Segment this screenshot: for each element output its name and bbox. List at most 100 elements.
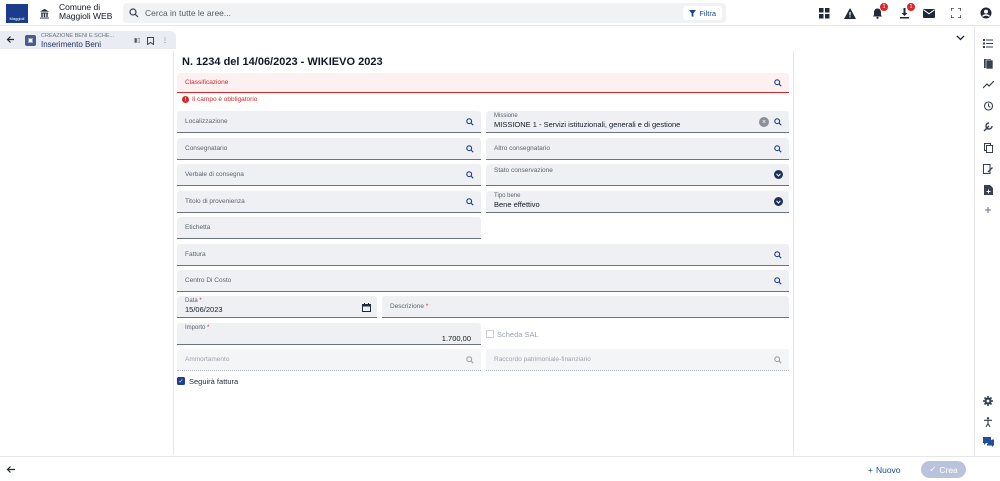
back-arrow-icon[interactable] — [6, 465, 16, 474]
data-field[interactable]: Data * 15/06/2023 — [177, 296, 377, 318]
stato-conservazione-label: Stato conservazione — [494, 167, 553, 174]
search-icon[interactable] — [773, 117, 783, 127]
download-badge: 1 — [907, 3, 915, 11]
warning-icon — [844, 7, 856, 19]
chevron-down-icon[interactable] — [956, 35, 965, 41]
check-icon: ✓ — [929, 464, 937, 474]
crea-label: Crea — [939, 464, 958, 475]
tipo-bene-label: Tipo bene — [494, 193, 521, 199]
crea-button[interactable]: ✓ Crea — [921, 461, 966, 478]
active-tab[interactable]: ▣ CREAZIONE BENI E SCHE... Inserimento B… — [0, 31, 176, 49]
accessibility-icon[interactable] — [982, 416, 994, 428]
required-marker: * — [207, 325, 210, 331]
trend-icon[interactable] — [982, 79, 994, 91]
list-view-icon[interactable] — [982, 37, 994, 49]
scheda-sal-label: Scheda SAL — [497, 330, 539, 339]
fullscreen-button[interactable] — [949, 6, 963, 20]
tipo-bene-select[interactable]: Tipo bene Bene effettivo — [486, 191, 789, 213]
wrench-icon[interactable] — [982, 121, 994, 133]
tab-menu-icon[interactable]: ⋮ — [162, 37, 168, 44]
search-icon[interactable] — [773, 276, 783, 286]
search-icon[interactable] — [465, 117, 475, 127]
home-button[interactable] — [36, 5, 52, 21]
app-title: Comune di Maggioli WEB — [59, 3, 112, 21]
history-icon[interactable] — [982, 100, 994, 112]
tab-title: Inserimento Beni — [41, 39, 102, 49]
top-bar: Maggioli Comune di Maggioli WEB Cerca in… — [0, 0, 1000, 26]
chevron-down-icon[interactable] — [774, 197, 783, 206]
classificazione-label: Classificazione — [185, 79, 229, 86]
calendar-icon[interactable] — [361, 302, 371, 312]
apps-grid-button[interactable] — [817, 6, 831, 20]
global-search[interactable]: Cerca in tutte le aree... Filtra — [123, 3, 726, 23]
search-icon[interactable] — [773, 355, 783, 365]
chevron-down-icon[interactable] — [774, 170, 783, 179]
raccordo-label: Raccordo patrimoniale-finanziario — [494, 356, 591, 363]
altro-consegnatario-field[interactable]: Altro consegnatario — [486, 138, 789, 160]
importo-value: 1.700,00 — [441, 334, 471, 343]
settings-icon[interactable] — [982, 395, 994, 407]
classificazione-field[interactable]: Classificazione — [177, 73, 789, 93]
classificazione-error: ! Il campo è obbligatorio — [182, 96, 257, 103]
chat-icon[interactable] — [982, 436, 994, 448]
clear-icon[interactable]: × — [759, 117, 769, 127]
alert-button[interactable] — [843, 6, 857, 20]
seguira-fattura-checkbox[interactable]: ✓ — [177, 377, 185, 385]
notifications-button[interactable]: 1 — [870, 3, 888, 20]
search-icon[interactable] — [465, 144, 475, 154]
scheda-sal-checkbox[interactable] — [486, 330, 494, 338]
filter-icon — [689, 9, 697, 17]
error-text: Il campo è obbligatorio — [192, 96, 258, 103]
missione-value: MISSIONE 1 - Servizi istituzionali, gene… — [494, 120, 681, 129]
centro-costo-label: Centro Di Costo — [185, 277, 232, 284]
titolo-provenienza-label: Titolo di provenienza — [185, 198, 245, 205]
importo-field[interactable]: Importo * 1.700,00 — [177, 323, 481, 345]
altro-consegnatario-label: Altro consegnatario — [494, 145, 551, 152]
nuovo-button[interactable]: + Nuovo — [868, 463, 901, 477]
tab-record-icon[interactable]: ▮▯ — [134, 37, 141, 44]
book-icon[interactable] — [982, 58, 994, 70]
messages-button[interactable] — [922, 6, 936, 20]
centro-costo-field[interactable]: Centro Di Costo — [177, 270, 789, 292]
copy-icon[interactable] — [982, 142, 994, 154]
plus-icon: + — [868, 465, 873, 475]
required-marker: * — [199, 298, 202, 304]
add-icon[interactable] — [982, 204, 994, 216]
fattura-label: Fattura — [185, 251, 206, 258]
logo-text: Maggioli — [9, 16, 25, 21]
comune-logo[interactable]: Maggioli — [6, 4, 28, 23]
data-label: Data * — [185, 298, 202, 304]
search-icon[interactable] — [773, 78, 783, 88]
edit-document-icon[interactable] — [982, 163, 994, 175]
bookmark-icon[interactable] — [147, 37, 154, 47]
ammortamento-field[interactable]: Ammortamento — [177, 349, 481, 371]
consegnatario-field[interactable]: Consegnatario — [177, 138, 481, 160]
stato-conservazione-select[interactable]: Stato conservazione — [486, 164, 789, 186]
localizzazione-field[interactable]: Localizzazione — [177, 111, 481, 133]
descrizione-label: Descrizione * — [390, 303, 428, 310]
raccordo-field[interactable]: Raccordo patrimoniale-finanziario — [486, 349, 789, 371]
etichetta-field[interactable]: Etichetta — [177, 217, 481, 239]
back-arrow-icon[interactable] — [6, 35, 15, 44]
missione-field[interactable]: Missione MISSIONE 1 - Servizi istituzion… — [486, 111, 789, 133]
search-icon[interactable] — [773, 250, 783, 260]
search-icon[interactable] — [465, 355, 475, 365]
user-account-button[interactable] — [979, 6, 993, 20]
document-add-icon[interactable] — [982, 184, 994, 196]
search-input[interactable]: Cerca in tutte le aree... — [145, 8, 231, 18]
ammortamento-label: Ammortamento — [185, 356, 230, 363]
filter-button[interactable]: Filtra — [683, 6, 722, 20]
building-icon — [39, 8, 49, 19]
downloads-button[interactable]: 1 — [897, 3, 915, 20]
search-icon[interactable] — [465, 197, 475, 207]
apps-grid-icon — [818, 7, 829, 18]
titolo-provenienza-field[interactable]: Titolo di provenienza — [177, 191, 481, 213]
descrizione-field[interactable]: Descrizione * — [382, 296, 789, 318]
fattura-field[interactable]: Fattura — [177, 244, 789, 266]
search-icon[interactable] — [465, 170, 475, 180]
required-marker: * — [425, 303, 429, 310]
consegnatario-label: Consegnatario — [185, 145, 228, 152]
verbale-consegna-field[interactable]: Verbale di consegna — [177, 164, 481, 186]
missione-label: Missione — [494, 113, 518, 119]
search-icon[interactable] — [773, 144, 783, 154]
